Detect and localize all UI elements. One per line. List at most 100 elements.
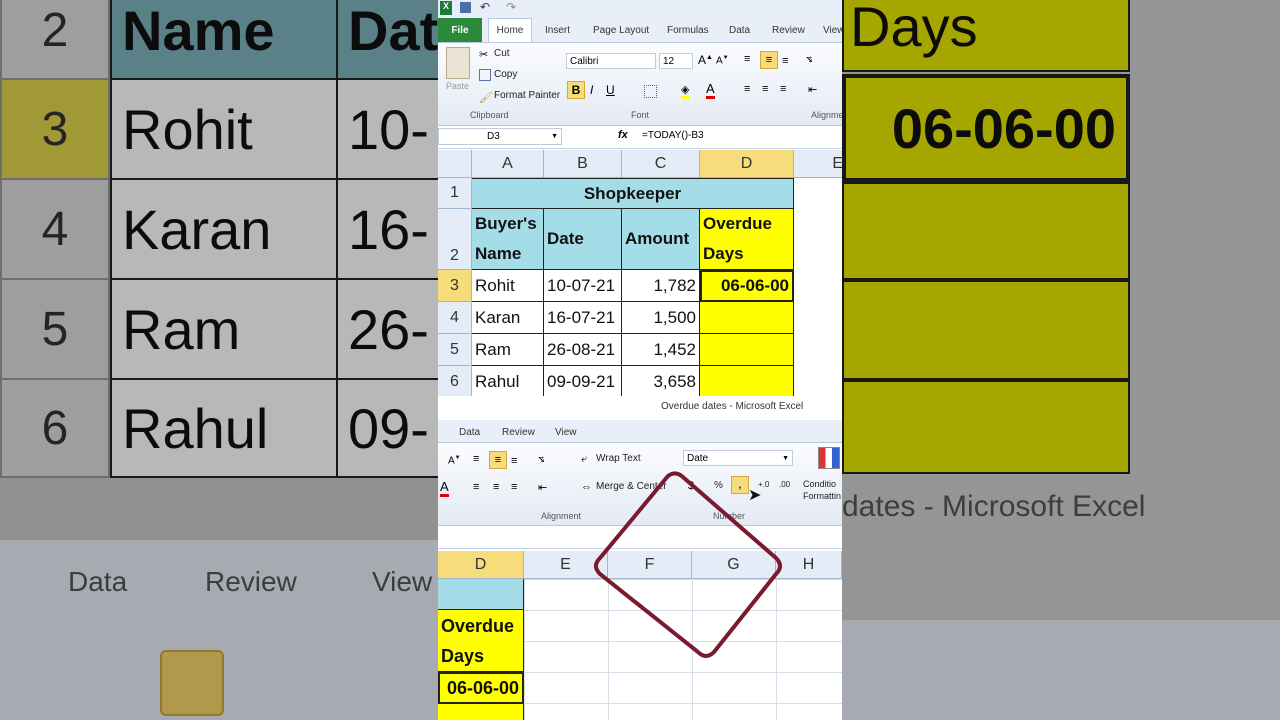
bg-date-cell: 26- (336, 278, 438, 380)
right-zoom-panel: Days 06-06-00 dates - Microsoft Excel (842, 0, 1280, 720)
orientation-icon[interactable]: ⦪ (806, 53, 812, 66)
align-top-icon[interactable]: ≡ (744, 53, 750, 65)
cell-amount[interactable]: 1,500 (622, 302, 700, 334)
row-header-3[interactable]: 3 (438, 270, 472, 302)
col-header-a[interactable]: A (472, 150, 544, 178)
row-header-6[interactable]: 6 (438, 366, 472, 396)
cell-date[interactable]: 26-08-21 (544, 334, 622, 366)
paste-icon[interactable] (446, 47, 470, 79)
conditional-formatting-icon[interactable] (818, 447, 840, 469)
italic-button[interactable]: I (590, 83, 593, 97)
tab-view[interactable]: View (555, 420, 577, 444)
align-middle-icon[interactable]: ≡ (760, 51, 778, 69)
align-right-icon[interactable]: ≡ (511, 481, 517, 493)
cell-amount[interactable]: 3,658 (622, 366, 700, 396)
bg-yellow-cell (842, 182, 1130, 280)
indent-icon[interactable]: ⇤ (538, 481, 547, 494)
header-buyers-name[interactable]: Buyer's Name (472, 209, 544, 270)
copy-icon (479, 69, 491, 81)
bold-button[interactable]: B (567, 81, 585, 99)
annotation-diamond-shape (594, 471, 782, 658)
font-size-select[interactable]: 12 (659, 53, 693, 69)
cell-overdue-header[interactable]: Overdue Days (438, 610, 524, 672)
font-color-icon[interactable]: A (440, 479, 449, 497)
copy-button[interactable]: Copy (494, 69, 517, 80)
align-bottom-icon[interactable]: ≡ (511, 455, 517, 467)
font-name-select[interactable]: Calibri (566, 53, 656, 69)
font-color-icon[interactable]: A (706, 81, 715, 99)
cell-name[interactable]: Rohit (472, 270, 544, 302)
align-middle-icon[interactable]: ≡ (489, 451, 507, 469)
title-cell[interactable]: Shopkeeper (472, 178, 794, 209)
tab-home[interactable]: Home (488, 18, 532, 42)
col-header-e[interactable]: E (794, 150, 842, 178)
cell-name[interactable]: Rahul (472, 366, 544, 396)
align-center-icon[interactable]: ≡ (762, 83, 768, 95)
borders-icon[interactable] (644, 85, 657, 98)
tab-file[interactable]: File (438, 18, 482, 42)
redo-icon[interactable]: ↷ (506, 0, 516, 14)
cell-overdue[interactable] (700, 366, 794, 396)
undo-icon[interactable]: ↶ (480, 0, 490, 14)
indent-icon[interactable]: ⇤ (808, 83, 817, 96)
bg-name-cell: Rahul (110, 378, 338, 478)
formula-input[interactable]: =TODAY()-B3 (642, 130, 704, 141)
row-header-5[interactable]: 5 (438, 334, 472, 366)
align-top-icon[interactable]: ≡ (473, 453, 479, 465)
orientation-icon[interactable]: ⦪ (538, 453, 544, 466)
cell-overdue[interactable] (700, 302, 794, 334)
align-bottom-icon[interactable]: ≡ (782, 55, 788, 67)
cell-amount[interactable]: 1,452 (622, 334, 700, 366)
col-header-c[interactable]: C (622, 150, 700, 178)
tab-data[interactable]: Data (729, 18, 750, 42)
col-header-b[interactable]: B (544, 150, 622, 178)
shrink-font-icon[interactable]: A▼ (448, 455, 461, 466)
number-format-select[interactable]: Date ▼ (683, 450, 793, 466)
select-all-corner[interactable] (438, 150, 472, 178)
cell-overdue-selected[interactable]: 06-06-00 (700, 270, 794, 302)
tab-page-layout[interactable]: Page Layout (593, 18, 649, 42)
fill-color-icon[interactable]: ◈ (681, 83, 690, 99)
align-right-icon[interactable]: ≡ (780, 83, 786, 95)
tab-formulas[interactable]: Formulas (667, 18, 709, 42)
format-painter-button[interactable]: Format Painter (494, 90, 560, 101)
tab-review[interactable]: Review (772, 18, 805, 42)
row-header-2[interactable]: 2 (438, 209, 472, 270)
cut-button[interactable]: Cut (494, 48, 510, 59)
conditional-formatting-button[interactable]: Conditio Formattin (803, 478, 842, 502)
col-header-d[interactable]: D (438, 551, 524, 579)
cell-title-fragment[interactable] (438, 579, 524, 610)
header-date[interactable]: Date (544, 209, 622, 270)
cell-date[interactable]: 16-07-21 (544, 302, 622, 334)
cell-name[interactable]: Karan (472, 302, 544, 334)
cell-overdue[interactable] (700, 334, 794, 366)
wrap-text-button[interactable]: Wrap Text (596, 453, 641, 464)
cell-date[interactable]: 10-07-21 (544, 270, 622, 302)
header-overdue-days[interactable]: Overdue Days (700, 209, 794, 270)
align-left-icon[interactable]: ≡ (744, 83, 750, 95)
align-center-icon[interactable]: ≡ (493, 481, 499, 493)
cell-overdue[interactable] (438, 704, 524, 720)
grow-font-icon[interactable]: A▲ (698, 53, 713, 67)
paste-label[interactable]: Paste (446, 81, 469, 91)
bg-days-header: Days (842, 0, 1130, 72)
save-icon[interactable] (460, 2, 471, 13)
name-box[interactable]: D3 ▼ (438, 128, 562, 145)
header-amount[interactable]: Amount (622, 209, 700, 270)
tab-insert[interactable]: Insert (545, 18, 570, 42)
shrink-font-icon[interactable]: A▼ (716, 55, 729, 66)
underline-button[interactable]: U (606, 83, 615, 97)
fx-icon[interactable]: fx (618, 129, 628, 141)
cell-overdue-selected[interactable]: 06-06-00 (438, 672, 524, 704)
cell-date[interactable]: 09-09-21 (544, 366, 622, 396)
cell-amount[interactable]: 1,782 (622, 270, 700, 302)
align-left-icon[interactable]: ≡ (473, 481, 479, 493)
tab-data[interactable]: Data (459, 420, 480, 444)
tab-view[interactable]: View (823, 18, 842, 42)
tab-review[interactable]: Review (502, 420, 535, 444)
cell-name[interactable]: Ram (472, 334, 544, 366)
bg-yellow-cell (842, 380, 1130, 474)
row-header-1[interactable]: 1 (438, 178, 472, 209)
col-header-d[interactable]: D (700, 150, 794, 178)
row-header-4[interactable]: 4 (438, 302, 472, 334)
